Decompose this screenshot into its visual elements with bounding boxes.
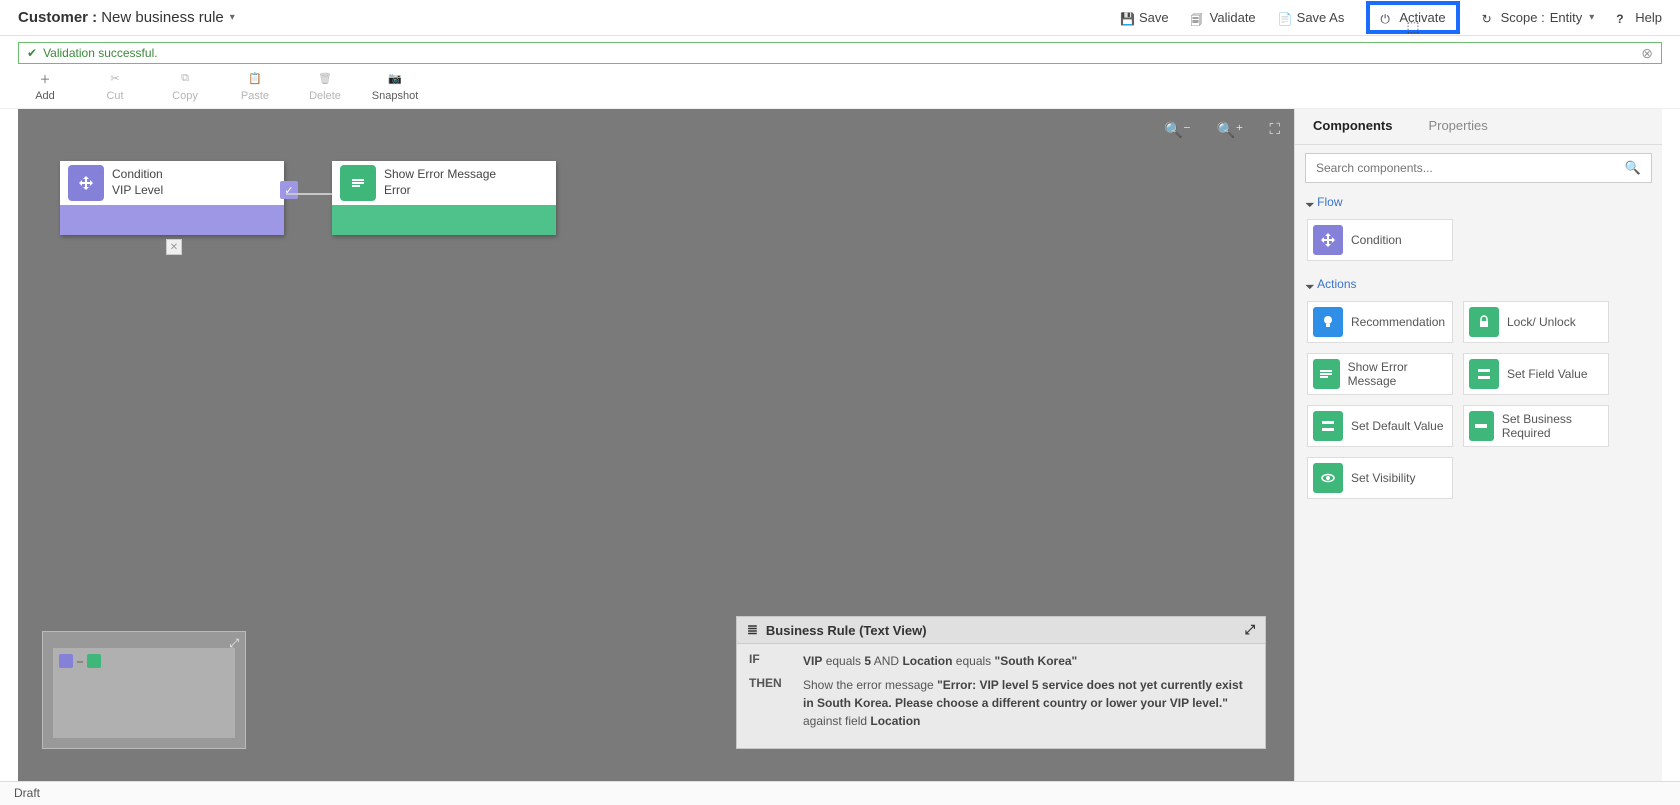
component-recommendation[interactable]: Recommendation: [1307, 301, 1453, 343]
node-footer-bar: [60, 205, 284, 235]
minimap-viewport: [53, 648, 235, 738]
save-as-button[interactable]: Save As: [1278, 10, 1345, 25]
condition-node[interactable]: Condition VIP Level: [60, 161, 284, 235]
copy-button[interactable]: ⧉ Copy: [166, 70, 204, 102]
minimap-action-node: [87, 654, 101, 668]
if-label: IF: [749, 652, 789, 670]
entity-label: Customer :: [18, 9, 97, 26]
then-expression: Show the error message "Error: VIP level…: [803, 676, 1253, 730]
flow-section-header[interactable]: Flow: [1295, 191, 1662, 213]
component-set-business-required[interactable]: Set Business Required: [1463, 405, 1609, 447]
app-header: Customer : New business rule ▾ Save Vali…: [0, 0, 1680, 36]
status-label: Draft: [14, 786, 40, 800]
status-bar: Draft: [0, 781, 1680, 805]
zoom-out-icon[interactable]: 🔍⁻: [1164, 121, 1191, 139]
validate-icon: [1191, 11, 1205, 25]
designer-canvas[interactable]: 🔍⁻ 🔍⁺ ⛶ Condition VIP Level ✓ ✕: [18, 109, 1294, 785]
validate-button[interactable]: Validate: [1191, 10, 1256, 25]
node-title: Show Error Message: [384, 167, 496, 183]
side-tabs: Components Properties: [1295, 109, 1662, 145]
activate-icon: [1380, 11, 1394, 25]
trash-icon: 🗑: [317, 70, 334, 87]
list-icon: [1313, 359, 1340, 389]
actions-section-header[interactable]: Actions: [1295, 273, 1662, 295]
cursor-icon: ⬚: [1406, 18, 1419, 35]
field-icon: [1469, 359, 1499, 389]
activate-button[interactable]: Activate ⬚: [1366, 1, 1459, 34]
save-icon: [1120, 11, 1134, 25]
eye-icon: [1313, 463, 1343, 493]
paste-button[interactable]: 📋 Paste: [236, 70, 274, 102]
clipboard-icon: 📋: [247, 70, 264, 87]
plus-icon: ＋: [37, 70, 54, 87]
component-set-default[interactable]: Set Default Value: [1307, 405, 1453, 447]
tab-components[interactable]: Components: [1295, 109, 1410, 144]
delete-button[interactable]: 🗑 Delete: [306, 70, 344, 102]
save-button[interactable]: Save: [1120, 10, 1169, 25]
text-view-panel: ≣ Business Rule (Text View) ⤢ IF VIP equ…: [736, 616, 1266, 749]
header-actions: Save Validate Save As Activate ⬚ Scope :…: [1120, 1, 1662, 34]
scope-selector[interactable]: Scope : Entity ▾: [1482, 10, 1595, 25]
error-action-tile-icon: [340, 165, 376, 201]
component-show-error[interactable]: Show Error Message: [1307, 353, 1453, 395]
component-set-field[interactable]: Set Field Value: [1463, 353, 1609, 395]
expand-icon[interactable]: ⤢: [1245, 622, 1255, 638]
rule-name: New business rule: [101, 9, 224, 26]
copy-icon: ⧉: [177, 70, 194, 87]
if-expression: VIP equals 5 AND Location equals "South …: [803, 652, 1253, 670]
minimap-connector: [77, 661, 83, 663]
lock-icon: [1469, 307, 1499, 337]
help-button[interactable]: Help: [1616, 10, 1662, 25]
search-input[interactable]: [1316, 161, 1625, 175]
close-icon[interactable]: ⊗: [1641, 45, 1653, 62]
cut-button[interactable]: ✂ Cut: [96, 70, 134, 102]
snapshot-button[interactable]: 📷 Snapshot: [376, 70, 414, 102]
side-panel: Components Properties 🔍 Flow Condition A…: [1294, 109, 1662, 785]
tab-properties[interactable]: Properties: [1410, 109, 1505, 144]
zoom-in-icon[interactable]: 🔍⁺: [1217, 121, 1244, 139]
component-lock-unlock[interactable]: Lock/ Unlock: [1463, 301, 1609, 343]
component-set-visibility[interactable]: Set Visibility: [1307, 457, 1453, 499]
add-button[interactable]: ＋ Add: [26, 70, 64, 102]
node-connector: [286, 193, 332, 195]
chevron-down-icon: ▾: [1589, 12, 1594, 23]
condition-tile-icon: [68, 165, 104, 201]
fit-screen-icon[interactable]: ⛶: [1269, 121, 1280, 139]
save-as-icon: [1278, 11, 1292, 25]
default-icon: [1313, 411, 1343, 441]
page-title[interactable]: Customer : New business rule ▾: [18, 9, 235, 26]
condition-icon: [1313, 225, 1343, 255]
connector-check-icon: ✓: [280, 181, 298, 199]
canvas-toolbar: ＋ Add ✂ Cut ⧉ Copy 📋 Paste 🗑 Delete 📷 Sn…: [0, 68, 1680, 109]
scope-icon: [1482, 11, 1496, 25]
node-subtitle: Error: [384, 183, 496, 199]
scissors-icon: ✂: [107, 70, 124, 87]
text-view-icon: ≣: [747, 622, 758, 638]
success-check-icon: ✔: [27, 46, 37, 60]
bulb-icon: [1313, 307, 1343, 337]
action-node[interactable]: Show Error Message Error: [332, 161, 556, 235]
text-view-title: Business Rule (Text View): [766, 623, 927, 638]
required-icon: [1469, 411, 1494, 441]
chevron-down-icon[interactable]: ▾: [230, 12, 235, 23]
canvas-controls: 🔍⁻ 🔍⁺ ⛶: [1164, 121, 1280, 139]
validation-message: Validation successful.: [43, 46, 158, 60]
then-label: THEN: [749, 676, 789, 730]
validation-banner: ✔ Validation successful. ⊗: [18, 42, 1662, 64]
search-icon[interactable]: 🔍: [1625, 160, 1641, 176]
help-icon: [1616, 11, 1630, 25]
search-components[interactable]: 🔍: [1305, 153, 1652, 183]
connector-x-icon: ✕: [166, 239, 182, 255]
component-condition[interactable]: Condition: [1307, 219, 1453, 261]
node-footer-bar: [332, 205, 556, 235]
minimap[interactable]: ⤢: [42, 631, 246, 749]
minimap-condition-node: [59, 654, 73, 668]
node-title: Condition: [112, 167, 163, 183]
node-subtitle: VIP Level: [112, 183, 163, 199]
camera-icon: 📷: [387, 70, 404, 87]
main-area: 🔍⁻ 🔍⁺ ⛶ Condition VIP Level ✓ ✕: [0, 109, 1680, 785]
